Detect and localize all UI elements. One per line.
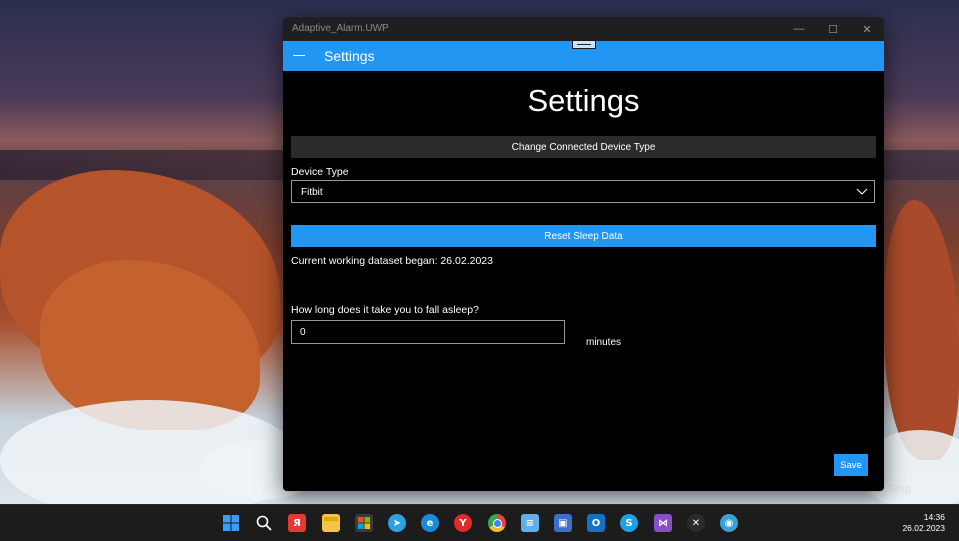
maximize-button[interactable]: ☐: [816, 17, 850, 41]
dataset-start-text: Current working dataset began: 26.02.202…: [291, 255, 493, 267]
windows-start-icon[interactable]: [222, 514, 240, 532]
minutes-unit-label: minutes: [586, 337, 622, 348]
edge-icon[interactable]: e: [421, 514, 439, 532]
fall-asleep-label: How long does it take you to fall asleep…: [291, 304, 479, 316]
wallpaper-rock: [884, 200, 959, 460]
notepad-icon[interactable]: ≡: [521, 514, 539, 532]
header-title: Settings: [324, 48, 375, 64]
chrome-icon[interactable]: [488, 514, 506, 532]
page-title: Settings: [527, 83, 640, 118]
search-icon[interactable]: [255, 514, 273, 532]
app-window: Adaptive_Alarm.UWP — ☐ ✕ Settings Settin…: [283, 17, 884, 491]
skype-icon[interactable]: S: [620, 514, 638, 532]
device-type-value: Fitbit: [301, 187, 323, 198]
save-disk-icon[interactable]: ▣: [554, 514, 572, 532]
system-clock[interactable]: 14:36 26.02.2023: [902, 512, 945, 534]
hamburger-icon[interactable]: [293, 55, 305, 56]
settings-page: Settings Change Connected Device Type De…: [283, 71, 884, 491]
chevron-down-icon: [856, 188, 868, 195]
microsoft-store-icon[interactable]: [355, 514, 373, 532]
device-type-dropdown[interactable]: Fitbit: [291, 180, 875, 203]
change-device-type-button[interactable]: Change Connected Device Type: [291, 136, 876, 158]
telegram-icon[interactable]: ➤: [388, 514, 406, 532]
device-type-label: Device Type: [291, 166, 349, 178]
app-header: Settings: [283, 40, 884, 71]
save-button[interactable]: Save: [834, 454, 868, 476]
yandex-icon[interactable]: Я: [288, 514, 306, 532]
fall-asleep-minutes-input[interactable]: 0: [291, 320, 565, 344]
file-explorer-icon[interactable]: [322, 514, 340, 532]
close-button[interactable]: ✕: [850, 17, 884, 41]
xamarin-icon[interactable]: ✕: [687, 514, 705, 532]
network-globe-icon[interactable]: ◉: [720, 514, 738, 532]
fall-asleep-value: 0: [300, 327, 306, 338]
window-titlebar[interactable]: Adaptive_Alarm.UWP — ☐ ✕: [283, 17, 884, 41]
drag-grip-icon[interactable]: [572, 40, 596, 49]
visual-studio-icon[interactable]: ⋈: [654, 514, 672, 532]
window-title: Adaptive_Alarm.UWP: [292, 23, 389, 34]
window-controls: — ☐ ✕: [782, 17, 884, 41]
outlook-icon[interactable]: O: [587, 514, 605, 532]
clock-time: 14:36: [923, 512, 945, 522]
yandex-browser-icon[interactable]: Y: [454, 514, 472, 532]
clock-date: 26.02.2023: [902, 523, 945, 533]
taskbar: Я ➤ e Y ≡ ▣ O S ⋈ ✕ ◉ 14:36 26.02.2023: [0, 504, 959, 541]
reset-sleep-data-button[interactable]: Reset Sleep Data: [291, 225, 876, 247]
minimize-button[interactable]: —: [782, 17, 816, 41]
